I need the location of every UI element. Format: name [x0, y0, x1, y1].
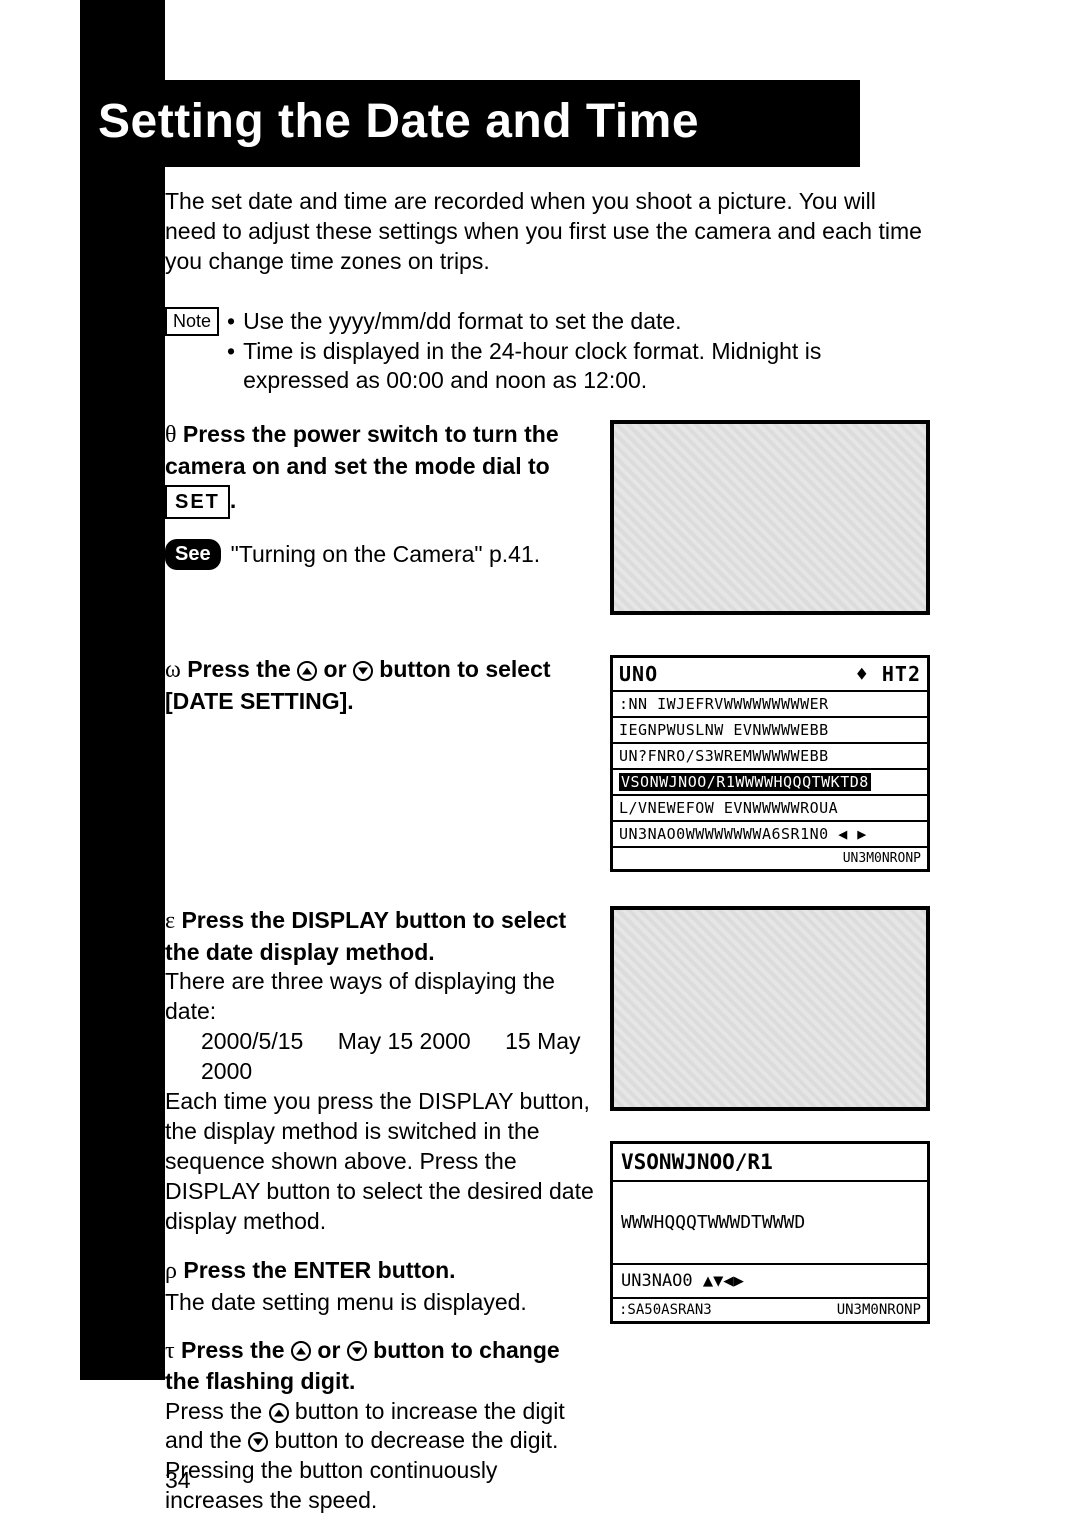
step-2-head: ω Press the or button to select [DATE SE…	[165, 655, 596, 716]
step-1-head: θ Press the power switch to turn the cam…	[165, 420, 596, 519]
down-button-icon	[248, 1432, 268, 1452]
bullet-mark: •	[227, 337, 235, 397]
step-5-text-a: Press the	[181, 1337, 291, 1363]
step-5-body-a: Press the	[165, 1398, 269, 1424]
lcd2-row2: UN3NAO0 ▲▼◀▶	[613, 1263, 927, 1297]
page-title: Setting the Date and Time	[80, 80, 860, 167]
set-mode-label: SET	[165, 485, 230, 519]
date-examples: 2000/5/15 May 15 2000 15 May 2000	[165, 1027, 596, 1087]
step-1-period: .	[230, 487, 236, 513]
see-reference: See "Turning on the Camera" p.41.	[165, 539, 596, 570]
step-3-head-text: Press the DISPLAY button to select the d…	[165, 907, 566, 964]
lcd-row: :NN IWJEFRVWWWWWWWWWER	[613, 690, 927, 716]
step-3-head: ε Press the DISPLAY button to select the…	[165, 906, 596, 967]
see-text: "Turning on the Camera" p.41.	[231, 540, 541, 570]
lcd2-title: VSONWJNOO/R1	[613, 1144, 927, 1180]
step-symbol: τ	[165, 1338, 175, 1364]
lcd-foot: UN3M0NRONP	[613, 846, 927, 869]
note-block: Note • Use the yyyy/mm/dd format to set t…	[165, 307, 930, 397]
step-symbol: ε	[165, 908, 175, 934]
lcd-row-rev: VSONWJNOO/R1WWWWHQQQTWKTD8	[619, 773, 871, 791]
lcd2-foot-left: :SA50ASRAN3	[619, 1302, 712, 1318]
lcd-row: UN?FNRO/S3WREMWWWWWEBB	[613, 742, 927, 768]
left-margin-bar	[80, 0, 165, 1380]
lcd2-body: WWWHQQQTWWWDTWWWD	[613, 1180, 927, 1263]
note-badge: Note	[165, 307, 219, 336]
date-example: 2000/5/15	[201, 1028, 303, 1054]
step-3-body-a: There are three ways of displaying the d…	[165, 967, 596, 1027]
lcd-row: UN3NAO0WWWWWWWWA6SR1N0 ◀ ▶	[613, 820, 927, 846]
down-button-icon	[347, 1341, 367, 1361]
step-5-head: τ Press the or button to change the flas…	[165, 1336, 596, 1397]
down-button-icon	[353, 661, 373, 681]
step-symbol: θ	[165, 422, 177, 448]
see-label: See	[165, 539, 221, 570]
step-5-text-b: or	[311, 1337, 347, 1363]
lcd-head-left: UNO	[619, 662, 658, 686]
lcd-row: IEGNPWUSLNW EVNWWWWEBB	[613, 716, 927, 742]
lcd-menu-screen: UNO ♦ HT2 :NN IWJEFRVWWWWWWWWWER IEGNPWU…	[610, 655, 930, 872]
step-symbol: ω	[165, 657, 181, 683]
intro-paragraph: The set date and time are recorded when …	[165, 187, 930, 277]
page-number: 34	[165, 1467, 191, 1494]
date-example: May 15 2000	[338, 1028, 471, 1054]
camera-illustration-2	[610, 906, 930, 1111]
up-button-icon	[269, 1403, 289, 1423]
lcd-head-right: HT2	[882, 662, 921, 686]
step-3-body-b: Each time you press the DISPLAY button, …	[165, 1087, 596, 1236]
step-4-head: ρ Press the ENTER button.	[165, 1256, 596, 1287]
lcd-date-setting-screen: VSONWJNOO/R1 WWWHQQQTWWWDTWWWD UN3NAO0 ▲…	[610, 1141, 930, 1324]
lcd-row: L/VNEWEFOW EVNWWWWWROUA	[613, 794, 927, 820]
note-label: Note	[165, 307, 219, 397]
lcd2-foot-right: UN3M0NRONP	[837, 1302, 921, 1318]
note-bullet: Time is displayed in the 24-hour clock f…	[243, 337, 930, 397]
step-2-text-a: Press the	[187, 656, 297, 682]
step-2-text-b: or	[317, 656, 353, 682]
up-button-icon	[291, 1341, 311, 1361]
bullet-mark: •	[227, 307, 235, 337]
lcd-row-selected: VSONWJNOO/R1WWWWHQQQTWKTD8	[613, 768, 927, 794]
note-bullet: Use the yyyy/mm/dd format to set the dat…	[243, 307, 681, 337]
step-5-body: Press the button to increase the digit a…	[165, 1397, 596, 1517]
step-4-head-text: Press the ENTER button.	[183, 1257, 455, 1283]
step-4-body: The date setting menu is displayed.	[165, 1288, 596, 1318]
step-symbol: ρ	[165, 1258, 177, 1284]
updown-glyph: ♦	[856, 662, 869, 686]
camera-illustration-1	[610, 420, 930, 615]
up-button-icon	[297, 661, 317, 681]
step-1-text-a: Press the power switch to turn the camer…	[165, 421, 559, 478]
